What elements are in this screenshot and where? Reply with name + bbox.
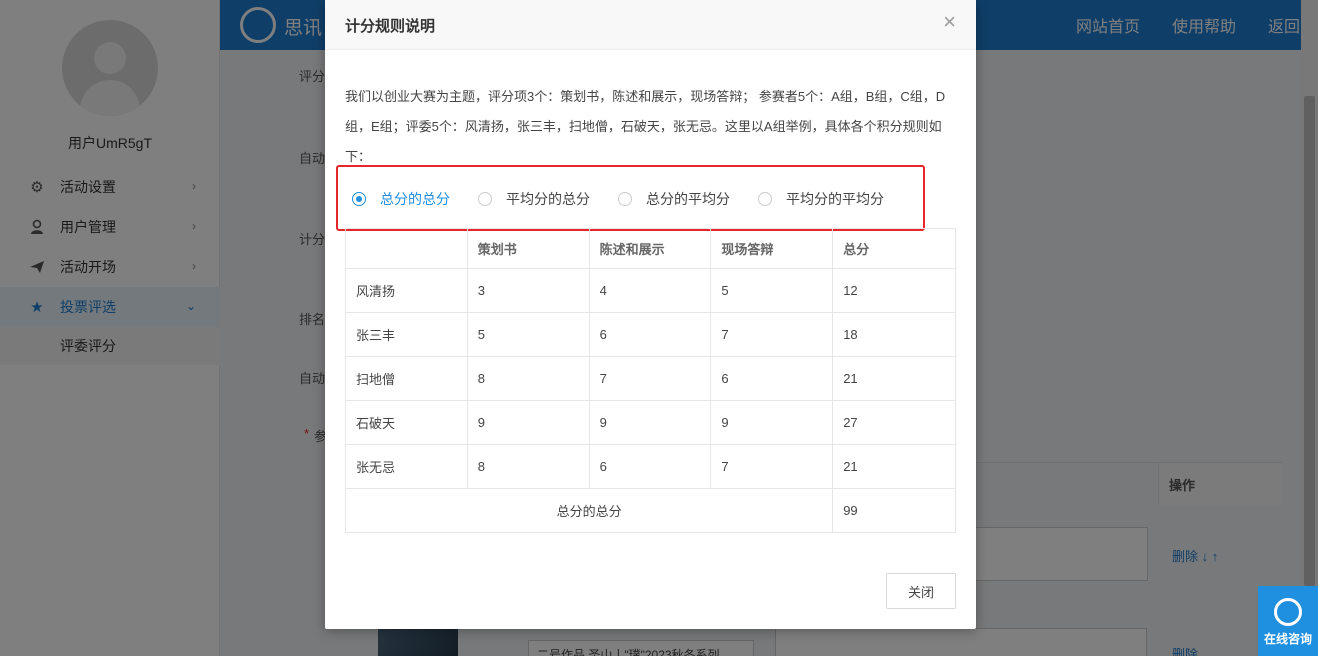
radio-total-of-averages[interactable]: 平均分的总分 — [478, 189, 590, 209]
scoring-mode-radio-group: 总分的总分 平均分的总分 总分的平均分 平均分的平均分 — [352, 188, 912, 210]
table-header-cell: 现场答辩 — [710, 228, 834, 269]
table-cell: 9 — [588, 400, 712, 445]
table-cell: 21 — [832, 444, 956, 489]
table-row: 张三丰 5 6 7 18 — [345, 312, 956, 357]
online-consult-button[interactable]: 在线咨询 — [1258, 586, 1318, 656]
radio-unchecked-icon — [618, 192, 632, 206]
table-row: 石破天 9 9 9 27 — [345, 400, 956, 445]
table-cell: 6 — [710, 356, 834, 401]
table-cell: 21 — [832, 356, 956, 401]
table-header-row: 策划书 陈述和展示 现场答辩 总分 — [345, 228, 956, 269]
table-header-cell: 陈述和展示 — [588, 228, 712, 269]
table-cell: 8 — [466, 444, 590, 489]
dialog-description: 我们以创业大赛为主题，评分项3个：策划书，陈述和展示，现场答辩； 参赛者5个：A… — [345, 89, 946, 164]
table-cell: 张三丰 — [345, 312, 468, 357]
table-cell: 27 — [832, 400, 956, 445]
table-cell: 7 — [588, 356, 712, 401]
table-cell: 5 — [710, 268, 834, 313]
table-cell: 9 — [710, 400, 834, 445]
table-row: 风清扬 3 4 5 12 — [345, 268, 956, 313]
table-cell: 8 — [466, 356, 590, 401]
radio-average-of-averages[interactable]: 平均分的平均分 — [758, 189, 884, 209]
table-cell: 扫地僧 — [345, 356, 468, 401]
table-header-cell: 总分 — [832, 228, 956, 269]
table-row: 张无忌 8 6 7 21 — [345, 444, 956, 489]
table-cell: 7 — [710, 312, 834, 357]
total-label: 总分的总分 — [344, 488, 834, 533]
dialog-title: 计分规则说明 — [345, 18, 436, 35]
table-cell: 6 — [588, 312, 712, 357]
headset-icon — [1274, 598, 1302, 626]
radio-total-of-totals[interactable]: 总分的总分 — [352, 189, 450, 209]
table-cell: 9 — [466, 400, 590, 445]
table-cell: 3 — [466, 268, 590, 313]
radio-unchecked-icon — [758, 192, 772, 206]
table-cell: 6 — [588, 444, 712, 489]
online-consult-label: 在线咨询 — [1263, 632, 1312, 646]
dialog-header: 计分规则说明 × — [325, 0, 976, 50]
table-row: 扫地僧 8 7 6 21 — [345, 356, 956, 401]
table-cell: 张无忌 — [345, 444, 468, 489]
table-cell: 12 — [832, 268, 956, 313]
table-total-row: 总分的总分 99 — [344, 488, 956, 533]
radio-checked-icon — [352, 192, 366, 206]
table-cell: 18 — [832, 312, 956, 357]
table-cell: 7 — [710, 444, 834, 489]
table-cell: 风清扬 — [345, 268, 468, 313]
score-table: 策划书 陈述和展示 现场答辩 总分 风清扬 3 4 5 12 张三丰 5 6 7… — [344, 228, 956, 533]
table-header-cell — [345, 228, 468, 269]
total-value: 99 — [832, 488, 956, 533]
radio-average-of-totals[interactable]: 总分的平均分 — [618, 189, 730, 209]
table-header-cell: 策划书 — [466, 228, 590, 269]
close-button[interactable]: 关闭 — [886, 573, 956, 609]
table-cell: 5 — [466, 312, 590, 357]
table-cell: 4 — [588, 268, 712, 313]
close-icon[interactable]: × — [943, 11, 956, 33]
table-cell: 石破天 — [345, 400, 468, 445]
radio-unchecked-icon — [478, 192, 492, 206]
